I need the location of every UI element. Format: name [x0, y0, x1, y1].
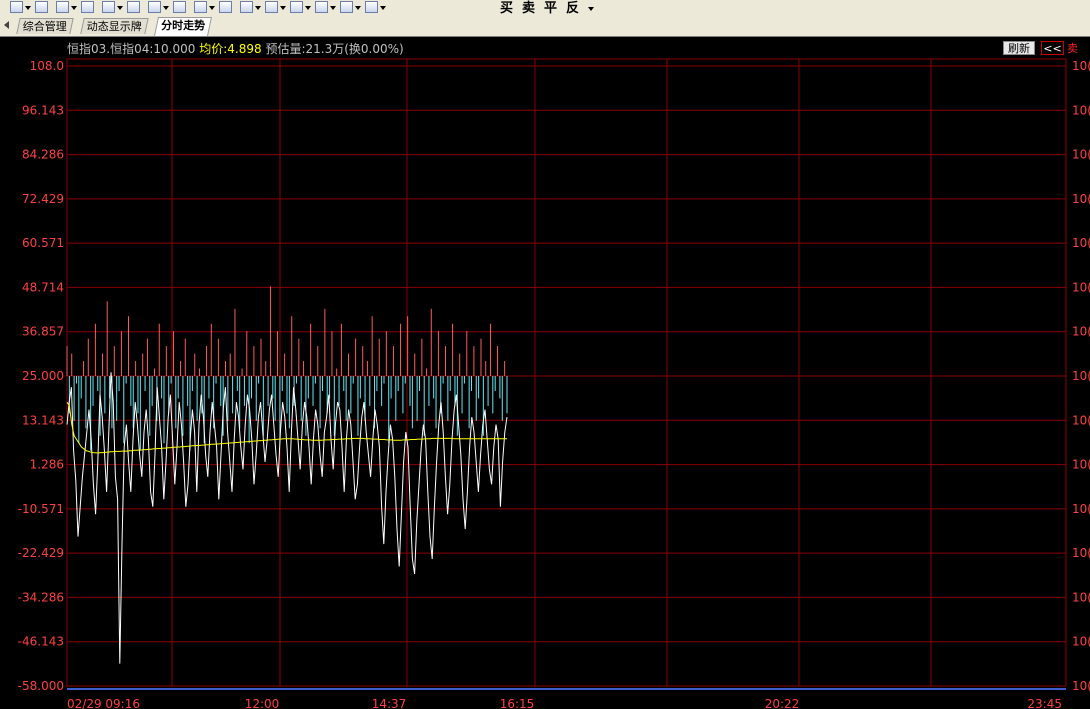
- y-tick-label: 96.143: [22, 103, 64, 117]
- tab-bar: 综合管理 动态显示牌 分时走势: [0, 16, 1090, 37]
- y-tick-label: 1.286: [30, 458, 64, 472]
- refresh-button[interactable]: 刷新: [1003, 41, 1035, 55]
- collapse-panel-button[interactable]: <<: [1041, 41, 1064, 55]
- export-icon[interactable]: [365, 1, 378, 13]
- y-right-tick-label: 10(: [1072, 148, 1090, 162]
- x-tick-label: 16:15: [500, 697, 535, 709]
- toolbar-overflow-icon[interactable]: [588, 7, 594, 11]
- chart-zoom-icon[interactable]: [194, 1, 207, 13]
- y-right-tick-label: 10(: [1072, 59, 1090, 73]
- y-tick-label: -58.000: [18, 679, 64, 693]
- window-icon[interactable]: [173, 1, 186, 13]
- table-icon[interactable]: [340, 1, 353, 13]
- y-tick-label: 60.571: [22, 236, 64, 250]
- x-tick-label: 14:37: [372, 697, 407, 709]
- y-tick-label: 13.143: [22, 413, 64, 427]
- tab-label: 分时走势: [161, 19, 206, 32]
- text-icon[interactable]: [219, 1, 232, 13]
- symbol-label: 恒指03.恒指04:10.000: [67, 42, 196, 56]
- grid-icon[interactable]: [127, 1, 140, 13]
- dropdown-arrow-icon[interactable]: [305, 6, 311, 10]
- y-tick-label: 48.714: [22, 280, 64, 294]
- y-tick-label: -46.143: [18, 635, 64, 649]
- y-right-tick-label: 10(: [1072, 546, 1090, 560]
- y-right-tick-label: 10(: [1072, 502, 1090, 516]
- y-tick-label: 108.0: [30, 59, 64, 73]
- dropdown-arrow-icon[interactable]: [380, 6, 386, 10]
- y-right-tick-label: 10(: [1072, 103, 1090, 117]
- layout-icon[interactable]: [148, 1, 161, 13]
- tab-label: 综合管理: [22, 20, 67, 33]
- tab-label: 动态显示牌: [86, 20, 142, 33]
- trade-button[interactable]: 平: [544, 0, 557, 16]
- x-tick-label: 12:00: [245, 697, 280, 709]
- y-right-tick-label: 10(: [1072, 325, 1090, 339]
- sell-indicator-icon: 卖: [1067, 42, 1078, 55]
- y-right-tick-label: 10(: [1072, 590, 1090, 604]
- y-tick-label: -10.571: [18, 502, 64, 516]
- edit-icon[interactable]: [10, 1, 23, 13]
- y-right-tick-label: 10(: [1072, 236, 1090, 250]
- y-tick-label: 36.857: [22, 325, 64, 339]
- calc-icon[interactable]: [240, 1, 253, 13]
- y-right-tick-label: 10(: [1072, 635, 1090, 649]
- trade-button[interactable]: 反: [566, 0, 579, 16]
- average-price-label: 均价:4.898: [199, 42, 262, 56]
- tab-dynamic-display-board[interactable]: 动态显示牌: [80, 18, 149, 34]
- x-tick-label: 02/29 09:16: [67, 697, 140, 709]
- list-icon[interactable]: [56, 1, 69, 13]
- tab-intraday-trend[interactable]: 分时走势: [153, 17, 213, 36]
- y-tick-label: 84.286: [22, 148, 64, 162]
- dropdown-arrow-icon[interactable]: [25, 6, 31, 10]
- line-chart-icon[interactable]: [102, 1, 115, 13]
- chart-header: 恒指03.恒指04:10.000 均价:4.898 预估量:21.3万(换0.0…: [67, 40, 404, 57]
- dropdown-arrow-icon[interactable]: [330, 6, 336, 10]
- tab-scroll-left-icon[interactable]: [4, 21, 9, 29]
- bar-chart-icon[interactable]: [81, 1, 94, 13]
- trade-button[interactable]: 买: [500, 0, 513, 16]
- dropdown-arrow-icon[interactable]: [280, 6, 286, 10]
- y-tick-label: 25.000: [22, 369, 64, 383]
- dropdown-arrow-icon[interactable]: [117, 6, 123, 10]
- plot-frame: [66, 58, 1067, 687]
- y-right-tick-label: 10(: [1072, 369, 1090, 383]
- trade-button[interactable]: 卖: [522, 0, 535, 16]
- copy-icon[interactable]: [315, 1, 328, 13]
- y-tick-label: -22.429: [18, 546, 64, 560]
- y-tick-label: 72.429: [22, 192, 64, 206]
- draw-icon[interactable]: [265, 1, 278, 13]
- y-right-tick-label: 10(: [1072, 458, 1090, 472]
- y-right-tick-label: 10(: [1072, 280, 1090, 294]
- y-right-tick-label: 10(: [1072, 413, 1090, 427]
- y-tick-label: -34.286: [18, 590, 64, 604]
- x-tick-label: 20:22: [765, 697, 800, 709]
- dropdown-arrow-icon[interactable]: [355, 6, 361, 10]
- intraday-chart[interactable]: 108.0 10( 96.143 10( 84.286 10( 72.429 10( 60.57…: [0, 37, 1090, 709]
- estimated-volume-label: 预估量:21.3万(换0.00%): [265, 42, 404, 56]
- pencil-icon[interactable]: [35, 1, 48, 13]
- y-right-tick-label: 10(: [1072, 192, 1090, 206]
- clipboard-icon[interactable]: [290, 1, 303, 13]
- dropdown-arrow-icon[interactable]: [71, 6, 77, 10]
- x-tick-label: 23:45: [1027, 697, 1062, 709]
- y-right-tick-label: 10(: [1072, 679, 1090, 693]
- tab-comprehensive-management[interactable]: 综合管理: [16, 18, 74, 34]
- dropdown-arrow-icon[interactable]: [209, 6, 215, 10]
- toolbar: 买卖平反: [0, 0, 1090, 17]
- dropdown-arrow-icon[interactable]: [163, 6, 169, 10]
- dropdown-arrow-icon[interactable]: [255, 6, 261, 10]
